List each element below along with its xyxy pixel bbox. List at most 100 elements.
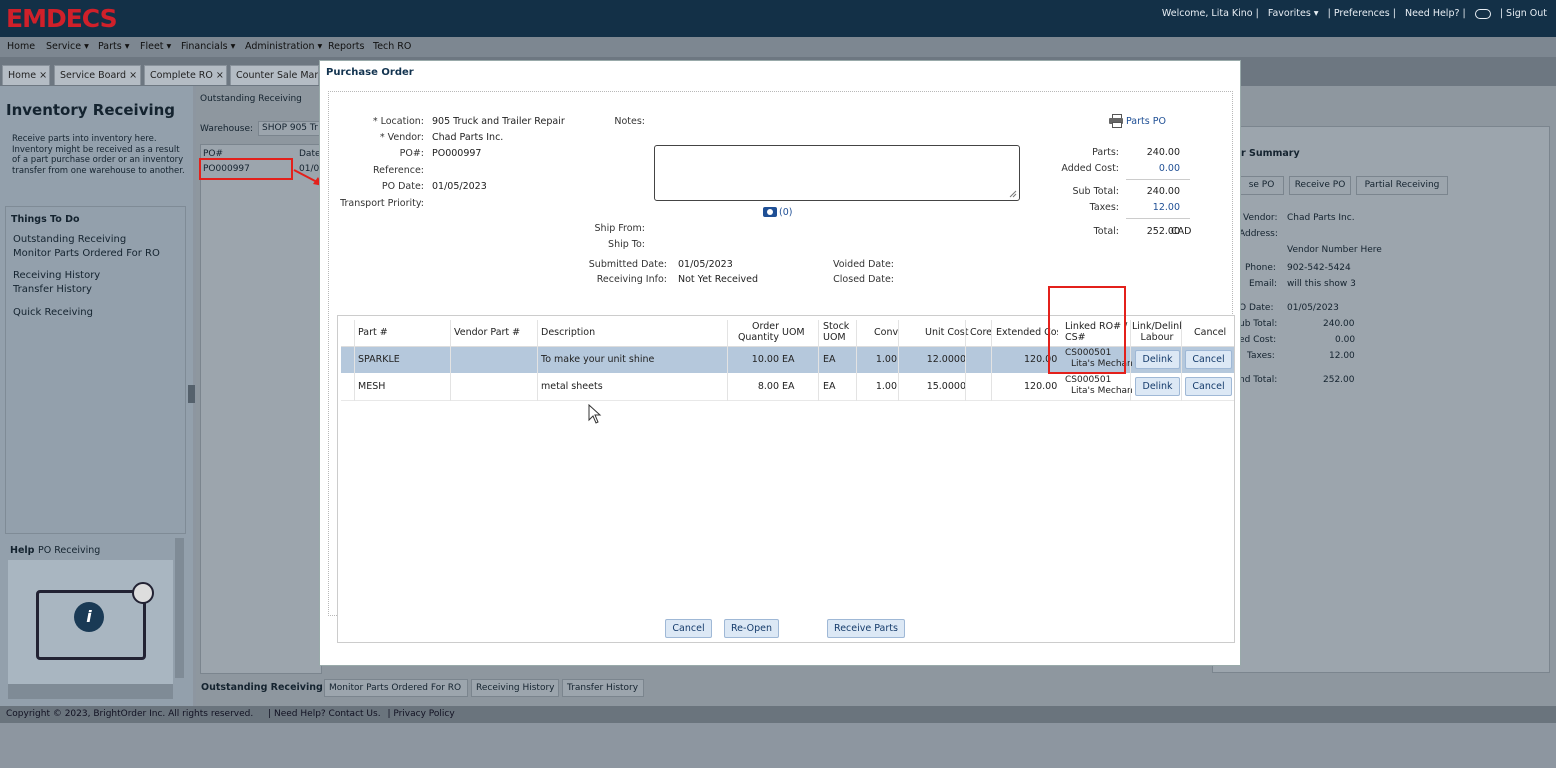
- tab-complete-ro[interactable]: Complete RO ×: [144, 65, 227, 85]
- summary-grand-value: 252.00: [1323, 375, 1355, 385]
- app-logo[interactable]: EMDECS: [6, 4, 118, 33]
- row-uom: EA: [782, 381, 795, 392]
- horizontal-scrollbar[interactable]: [8, 684, 173, 699]
- close-po-button[interactable]: se PO: [1239, 176, 1284, 195]
- outstanding-radio-label[interactable]: Outstanding Receiving: [200, 94, 302, 104]
- help-link[interactable]: Need Help? |: [1405, 8, 1466, 19]
- dialog-cancel-button[interactable]: Cancel: [665, 619, 712, 638]
- help-video-thumbnail[interactable]: i: [8, 560, 173, 695]
- page-intro: Receive parts into inventory here. Inven…: [12, 134, 185, 176]
- col-link-delink[interactable]: Link/Delink Labour: [1132, 321, 1182, 343]
- nav-tech-ro[interactable]: Tech RO: [373, 41, 411, 52]
- page-title: Inventory Receiving: [6, 101, 176, 119]
- col-cancel[interactable]: Cancel: [1194, 327, 1226, 338]
- receiving-info-value: Not Yet Received: [678, 274, 759, 285]
- bottom-tab-outstanding[interactable]: Outstanding Receiving: [201, 682, 323, 693]
- chat-icon[interactable]: [1474, 8, 1491, 19]
- summary-subtotal-value: 240.00: [1323, 319, 1355, 329]
- help-scrollbar[interactable]: [175, 538, 184, 678]
- tab-counter-sale[interactable]: Counter Sale Mana: [230, 65, 319, 85]
- row-description: metal sheets: [541, 381, 603, 392]
- link-transfer-history[interactable]: Transfer History: [13, 284, 92, 295]
- submitted-date-label: Submitted Date:: [588, 259, 667, 270]
- reopen-button[interactable]: Re-Open: [724, 619, 779, 638]
- tab-home[interactable]: Home ×: [2, 65, 50, 85]
- summary-vendor-label: Vendor:: [1243, 213, 1278, 223]
- taxes-value[interactable]: 12.00: [1153, 202, 1180, 213]
- po-summary-panel: r Summary se PO Receive PO Partial Recei…: [1212, 126, 1550, 673]
- col-conv[interactable]: Conv: [874, 327, 898, 338]
- nav-service[interactable]: Service ▾: [46, 41, 89, 52]
- added-cost-value[interactable]: 0.00: [1159, 163, 1180, 174]
- row-stock-uom: EA: [823, 381, 836, 392]
- grid-divider: [965, 320, 966, 401]
- row-linked-ro[interactable]: CS000501 Lita's Mechan: [1065, 375, 1132, 397]
- printer-icon[interactable]: [1109, 114, 1123, 128]
- ship-to-label: Ship To:: [608, 239, 645, 250]
- nav-reports[interactable]: Reports: [328, 41, 364, 52]
- col-order-quantity[interactable]: Order Quantity: [733, 321, 779, 343]
- col-description[interactable]: Description: [541, 327, 595, 338]
- attachment-camera-icon[interactable]: [763, 207, 777, 217]
- nav-home[interactable]: Home: [7, 41, 35, 52]
- warehouse-select[interactable]: SHOP 905 Tr: [258, 121, 322, 136]
- summary-vendor-number: Vendor Number Here: [1287, 245, 1382, 255]
- col-core[interactable]: Core: [970, 327, 992, 338]
- receive-po-button[interactable]: Receive PO: [1289, 176, 1351, 195]
- welcome-text: Welcome, Lita Kino |: [1161, 8, 1259, 19]
- col-stock-uom[interactable]: Stock UOM: [823, 321, 849, 343]
- summary-title: r Summary: [1241, 148, 1300, 159]
- things-to-do-title: Things To Do: [11, 214, 80, 225]
- tab-service-board[interactable]: Service Board ×: [54, 65, 141, 85]
- preferences-link[interactable]: | Preferences |: [1328, 8, 1396, 19]
- col-uom[interactable]: UOM: [782, 327, 805, 338]
- added-cost-label: Added Cost:: [1061, 163, 1119, 174]
- privacy-link[interactable]: | Privacy Policy: [387, 709, 454, 719]
- col-part[interactable]: Part #: [358, 327, 388, 338]
- nav-financials[interactable]: Financials ▾: [181, 41, 235, 52]
- totals-divider-2: [1126, 218, 1190, 219]
- receive-parts-button[interactable]: Receive Parts: [827, 619, 905, 638]
- notes-textarea[interactable]: [654, 145, 1020, 201]
- nav-parts[interactable]: Parts ▾: [98, 41, 130, 52]
- transport-priority-label: Transport Priority:: [340, 198, 424, 209]
- delink-button[interactable]: Delink: [1135, 377, 1180, 396]
- table-row[interactable]: MESH metal sheets 8.00 EA EA 1.00 15.000…: [341, 374, 1234, 401]
- link-outstanding-receiving[interactable]: Outstanding Receiving: [13, 234, 126, 245]
- grid-divider: [727, 320, 728, 401]
- cancel-line-button[interactable]: Cancel: [1185, 350, 1232, 369]
- resize-grip-icon[interactable]: [1009, 190, 1017, 198]
- ship-from-label: Ship From:: [594, 223, 645, 234]
- grid-divider: [1181, 320, 1182, 401]
- favorites-menu[interactable]: Favorites ▾: [1268, 8, 1319, 19]
- row-description: To make your unit shine: [541, 354, 655, 365]
- attachment-count[interactable]: (0): [779, 207, 792, 218]
- nav-fleet[interactable]: Fleet ▾: [140, 41, 171, 52]
- warehouse-label: Warehouse:: [200, 124, 254, 134]
- sign-out-link[interactable]: | Sign Out: [1500, 8, 1547, 19]
- film-reel-icon: [132, 582, 154, 604]
- header-links: Welcome, Lita Kino | Favorites ▾ | Prefe…: [1159, 8, 1550, 19]
- cancel-line-button[interactable]: Cancel: [1185, 377, 1232, 396]
- col-link-delink-line1: Link/Delink: [1132, 321, 1182, 332]
- vendor-label: * Vendor:: [379, 132, 424, 143]
- nav-administration[interactable]: Administration ▾: [245, 41, 322, 52]
- collapse-left-handle[interactable]: [188, 385, 195, 403]
- col-unit-cost[interactable]: Unit Cost: [925, 327, 968, 338]
- partial-receiving-button[interactable]: Partial Receiving: [1356, 176, 1448, 195]
- parts-po-link[interactable]: Parts PO: [1126, 116, 1166, 127]
- dialog-title: Purchase Order: [326, 67, 414, 78]
- bottom-tab-receiving-history[interactable]: Receiving History: [471, 679, 559, 697]
- delink-button[interactable]: Delink: [1135, 350, 1180, 369]
- link-quick-receiving[interactable]: Quick Receiving: [13, 307, 93, 318]
- footer-help-link[interactable]: | Need Help? Contact Us.: [268, 709, 380, 719]
- highlight-box-po: [199, 158, 293, 180]
- link-monitor-parts[interactable]: Monitor Parts Ordered For RO: [13, 248, 160, 259]
- row-stock-uom: EA: [823, 354, 836, 365]
- row-part: MESH: [358, 381, 386, 392]
- bottom-tab-monitor[interactable]: Monitor Parts Ordered For RO: [324, 679, 468, 697]
- col-vendor-part[interactable]: Vendor Part #: [454, 327, 520, 338]
- link-receiving-history[interactable]: Receiving History: [13, 270, 100, 281]
- bottom-tab-transfer-history[interactable]: Transfer History: [562, 679, 644, 697]
- col-stock-uom-line1: Stock: [823, 321, 850, 332]
